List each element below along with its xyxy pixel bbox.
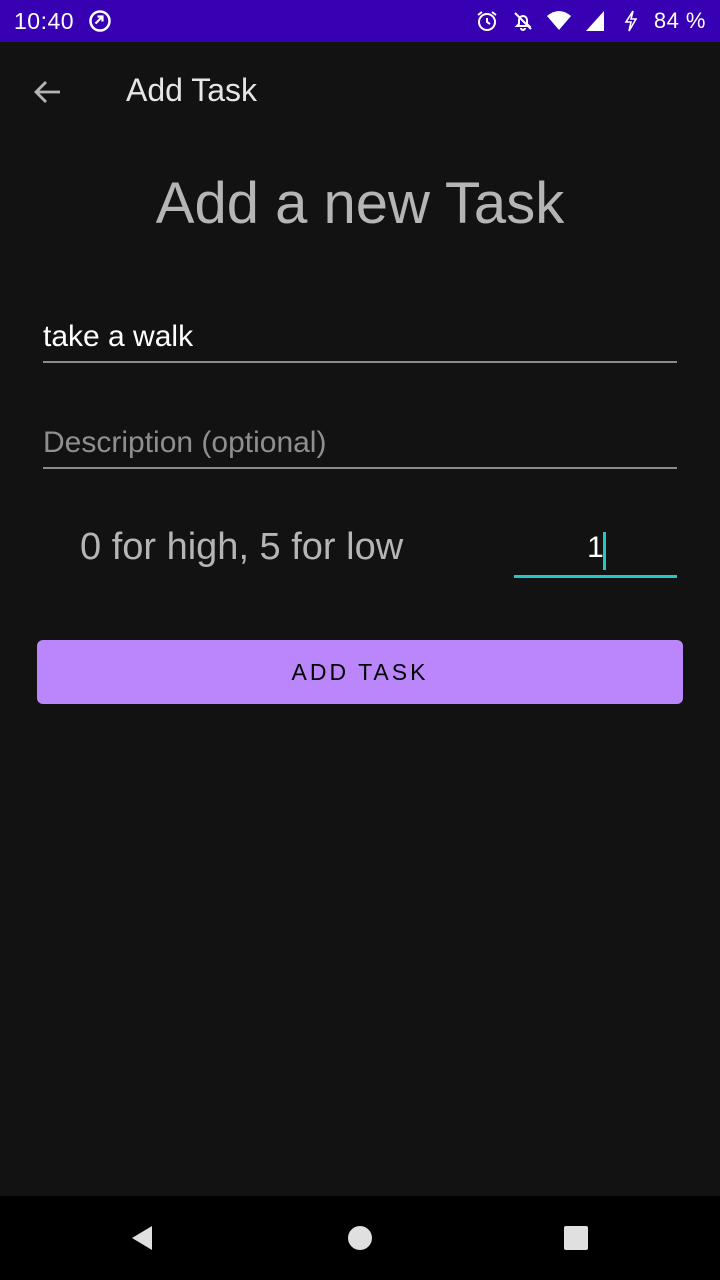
notifications-off-icon (510, 8, 536, 34)
page-heading: Add a new Task (155, 171, 565, 236)
status-bar: 10:40 84 % (0, 0, 720, 42)
battery-level: 84 % (653, 8, 706, 33)
sync-icon (88, 9, 112, 33)
description-input[interactable] (43, 424, 677, 469)
back-button[interactable] (22, 66, 74, 118)
add-task-button[interactable]: ADD TASK (37, 640, 683, 704)
alarm-icon (474, 8, 500, 34)
app-bar: Add Task (0, 42, 720, 142)
task-title-input[interactable] (43, 318, 677, 363)
status-time: 10:40 (14, 7, 75, 34)
status-icons: 84 % (474, 8, 706, 34)
back-triangle-icon[interactable] (128, 1224, 156, 1252)
system-nav-bar (0, 1196, 720, 1280)
wifi-icon (546, 8, 572, 34)
charging-icon (618, 8, 644, 34)
app-bar-title: Add Task (126, 72, 258, 108)
text-caret (603, 532, 606, 570)
priority-input[interactable] (514, 526, 677, 578)
add-task-screen: 10:40 84 % Add Task Add a new Task take … (0, 0, 720, 1280)
recents-square-icon[interactable] (563, 1225, 589, 1251)
cell-signal-icon (582, 8, 608, 34)
priority-hint: 0 for high, 5 for low (80, 526, 404, 568)
home-circle-icon[interactable] (346, 1224, 374, 1252)
arrow-back-icon (34, 81, 60, 103)
